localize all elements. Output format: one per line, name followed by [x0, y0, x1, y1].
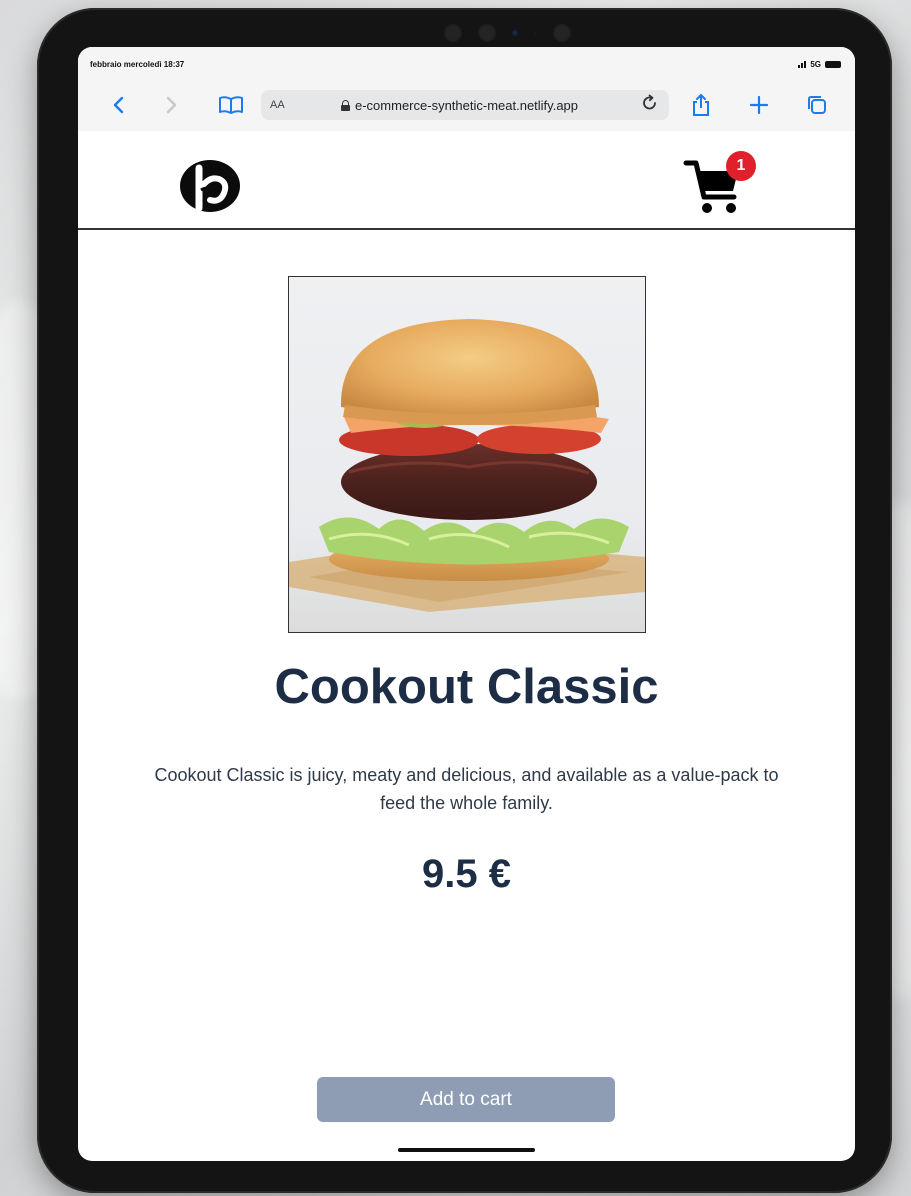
- chevron-right-icon: [166, 96, 177, 114]
- sensor-icon: [532, 30, 538, 36]
- camera-lens-icon: [476, 23, 497, 43]
- share-button[interactable]: [688, 85, 714, 125]
- product-description: Cookout Classic is juicy, meaty and deli…: [154, 765, 779, 813]
- product-image: [288, 276, 646, 633]
- product-title: Cookout Classic: [274, 660, 659, 714]
- product-price: 9.5 €: [422, 852, 511, 896]
- camera-cluster: [427, 16, 587, 50]
- text-size-label: AA: [270, 99, 285, 111]
- site-header: 1: [78, 131, 855, 230]
- new-tab-button[interactable]: [746, 85, 772, 125]
- browser-chrome: febbraio mercoledì 18:37 5G AA e-commerc…: [78, 47, 855, 131]
- chevron-left-icon: [113, 96, 124, 114]
- battery-icon: [825, 60, 841, 68]
- reload-button[interactable]: [641, 94, 659, 117]
- brand-logo[interactable]: [179, 158, 241, 213]
- url-text: e-commerce-synthetic-meat.netlify.app: [355, 97, 579, 113]
- front-camera-icon: [510, 29, 519, 37]
- camera-lens-icon: [551, 23, 572, 43]
- share-icon: [693, 93, 709, 116]
- brand-logo-icon: [180, 160, 240, 212]
- network-label: 5G: [810, 59, 821, 69]
- reload-icon: [643, 94, 656, 109]
- tabs-icon: [808, 96, 826, 114]
- cart-count-badge: 1: [726, 151, 756, 181]
- address-bar[interactable]: AA e-commerce-synthetic-meat.netlify.app: [261, 90, 669, 120]
- camera-lens-icon: [442, 23, 463, 43]
- burger-photo: [289, 319, 645, 612]
- url-display[interactable]: e-commerce-synthetic-meat.netlify.app: [341, 98, 578, 113]
- text-size-button[interactable]: AA: [270, 99, 285, 111]
- add-to-cart-button[interactable]: Add to cart: [317, 1077, 615, 1122]
- bookmarks-button[interactable]: [216, 85, 246, 125]
- home-indicator[interactable]: [398, 1148, 535, 1152]
- tabs-button[interactable]: [804, 85, 830, 125]
- lock-icon: [341, 99, 350, 111]
- forward-button[interactable]: [160, 85, 184, 125]
- cart-button[interactable]: 1: [683, 151, 756, 216]
- screen: febbraio mercoledì 18:37 5G AA e-commerc…: [78, 47, 855, 1161]
- browser-toolbar: AA e-commerce-synthetic-meat.netlify.app: [78, 85, 855, 125]
- status-indicators: 5G: [798, 60, 841, 69]
- book-icon: [219, 96, 243, 114]
- plus-icon: [749, 95, 769, 115]
- signal-icon: [798, 60, 807, 68]
- status-datetime: febbraio mercoledì 18:37: [90, 59, 185, 69]
- status-bar: febbraio mercoledì 18:37 5G: [90, 57, 841, 71]
- back-button[interactable]: [106, 85, 130, 125]
